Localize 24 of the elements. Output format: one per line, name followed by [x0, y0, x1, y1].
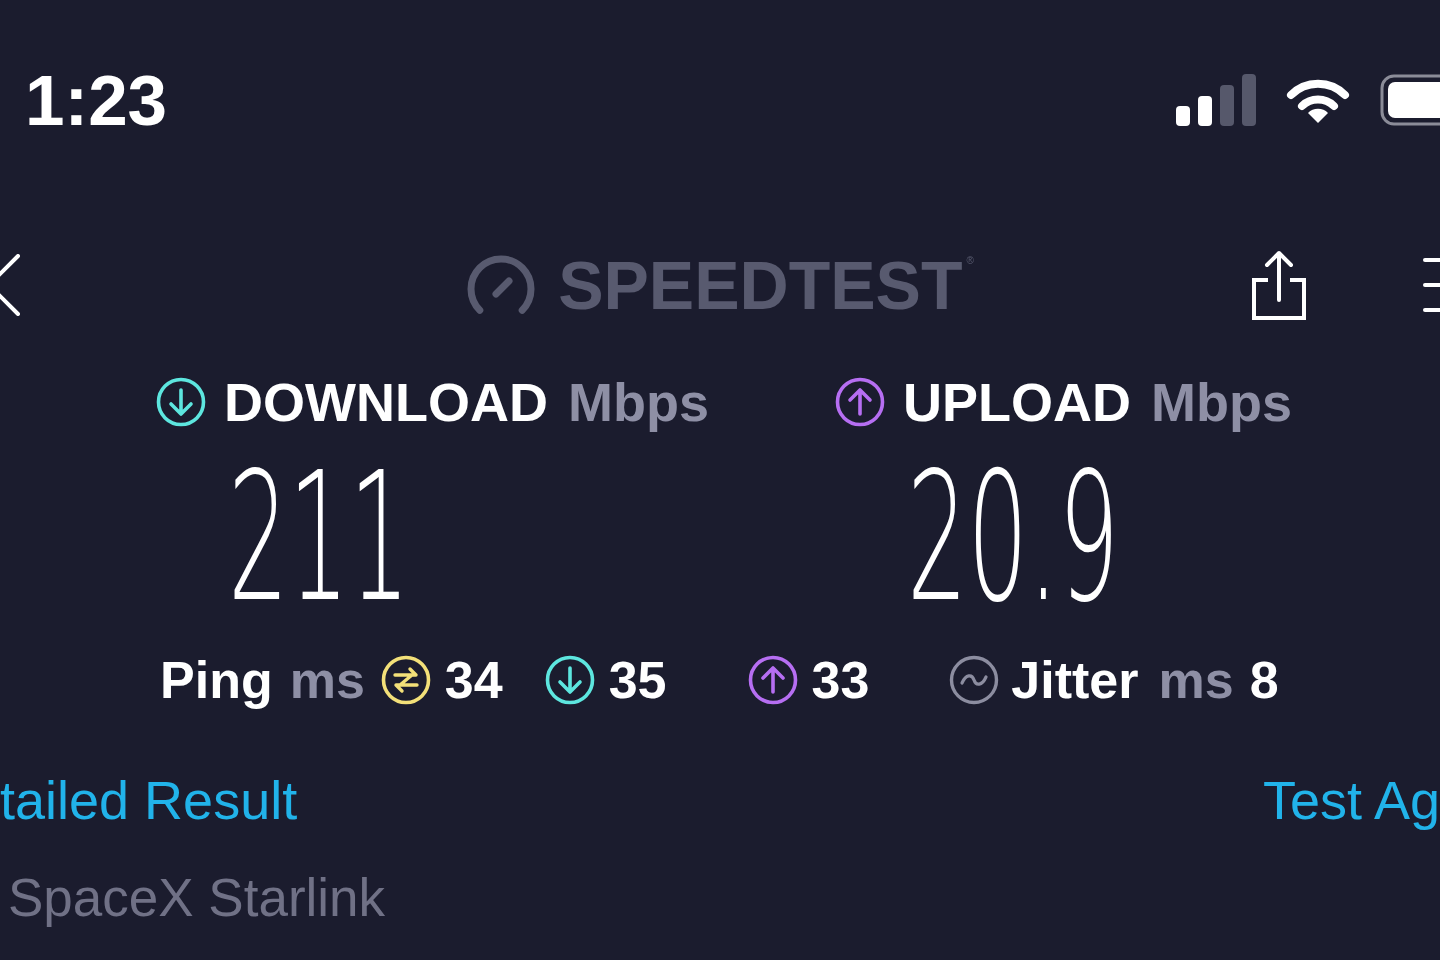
back-icon[interactable]	[0, 254, 20, 316]
unit-label: ms	[289, 654, 365, 706]
ping-value: 34	[444, 654, 503, 706]
speed-value: 211	[228, 448, 410, 628]
ping-value: 33	[811, 654, 870, 706]
gauge-icon	[466, 254, 537, 316]
share-icon[interactable]	[1250, 248, 1308, 322]
metric-label: DOWNLOAD	[224, 375, 548, 429]
provider-name: SpaceX Starlink	[7, 868, 386, 928]
speed-value: 20.9	[907, 448, 1120, 628]
logo-text: SPEEDTEST	[558, 251, 963, 319]
ping-value: 35	[608, 654, 667, 706]
jitter-label: Jitter	[1011, 654, 1139, 706]
text-link[interactable]: tailed Result	[0, 770, 298, 830]
metric-label: UPLOAD	[903, 375, 1131, 429]
menu-icon[interactable]	[1422, 255, 1440, 315]
unit-label: ms	[1158, 654, 1234, 706]
text-link[interactable]: Test Ag	[1262, 770, 1440, 830]
jitter-value: 8	[1249, 654, 1279, 706]
clock-time: 1:23	[25, 64, 168, 136]
signal-icon	[1176, 74, 1256, 126]
battery-icon	[1380, 74, 1440, 126]
wave-circle-icon	[949, 655, 1000, 705]
registered-mark: ®	[966, 255, 974, 266]
